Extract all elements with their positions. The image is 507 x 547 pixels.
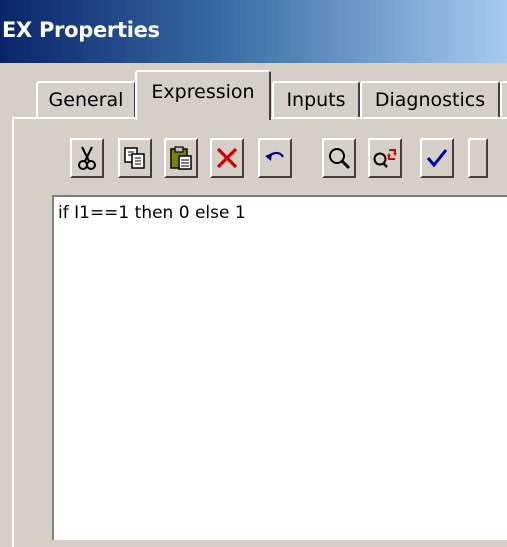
- scissors-icon: [78, 146, 96, 170]
- toolbar-overflow-button[interactable]: [468, 138, 488, 178]
- tab-label: General: [48, 89, 124, 111]
- tab-label: Inputs: [286, 89, 346, 111]
- check-syntax-button[interactable]: [420, 138, 454, 178]
- tab-label: Expression: [151, 81, 255, 103]
- undo-icon: [265, 151, 284, 161]
- red-x-icon: [216, 147, 238, 169]
- find-replace-icon: [373, 149, 397, 168]
- cut-button[interactable]: [70, 138, 104, 178]
- copy-icon: [124, 147, 145, 169]
- title-bar[interactable]: EX Properties: [0, 0, 507, 63]
- checkmark-icon: [426, 149, 448, 168]
- tab-diagnostics[interactable]: Diagnostics: [360, 81, 500, 117]
- tab-overflow[interactable]: [500, 81, 507, 117]
- find-replace-button[interactable]: [368, 138, 402, 178]
- copy-button[interactable]: [118, 138, 152, 178]
- expression-editor[interactable]: if I1==1 then 0 else 1: [52, 195, 507, 540]
- tab-expression[interactable]: Expression: [135, 70, 271, 120]
- delete-button[interactable]: [210, 138, 244, 178]
- expression-text: if I1==1 then 0 else 1: [58, 203, 246, 223]
- find-button[interactable]: [322, 138, 356, 178]
- paste-button[interactable]: [164, 138, 198, 178]
- window-title: EX Properties: [2, 18, 160, 42]
- magnifier-icon: [329, 148, 351, 170]
- tab-general[interactable]: General: [36, 81, 136, 117]
- paste-icon: [170, 146, 192, 170]
- tab-label: Diagnostics: [374, 89, 486, 111]
- tab-inputs[interactable]: Inputs: [272, 81, 360, 117]
- undo-button[interactable]: [258, 138, 292, 178]
